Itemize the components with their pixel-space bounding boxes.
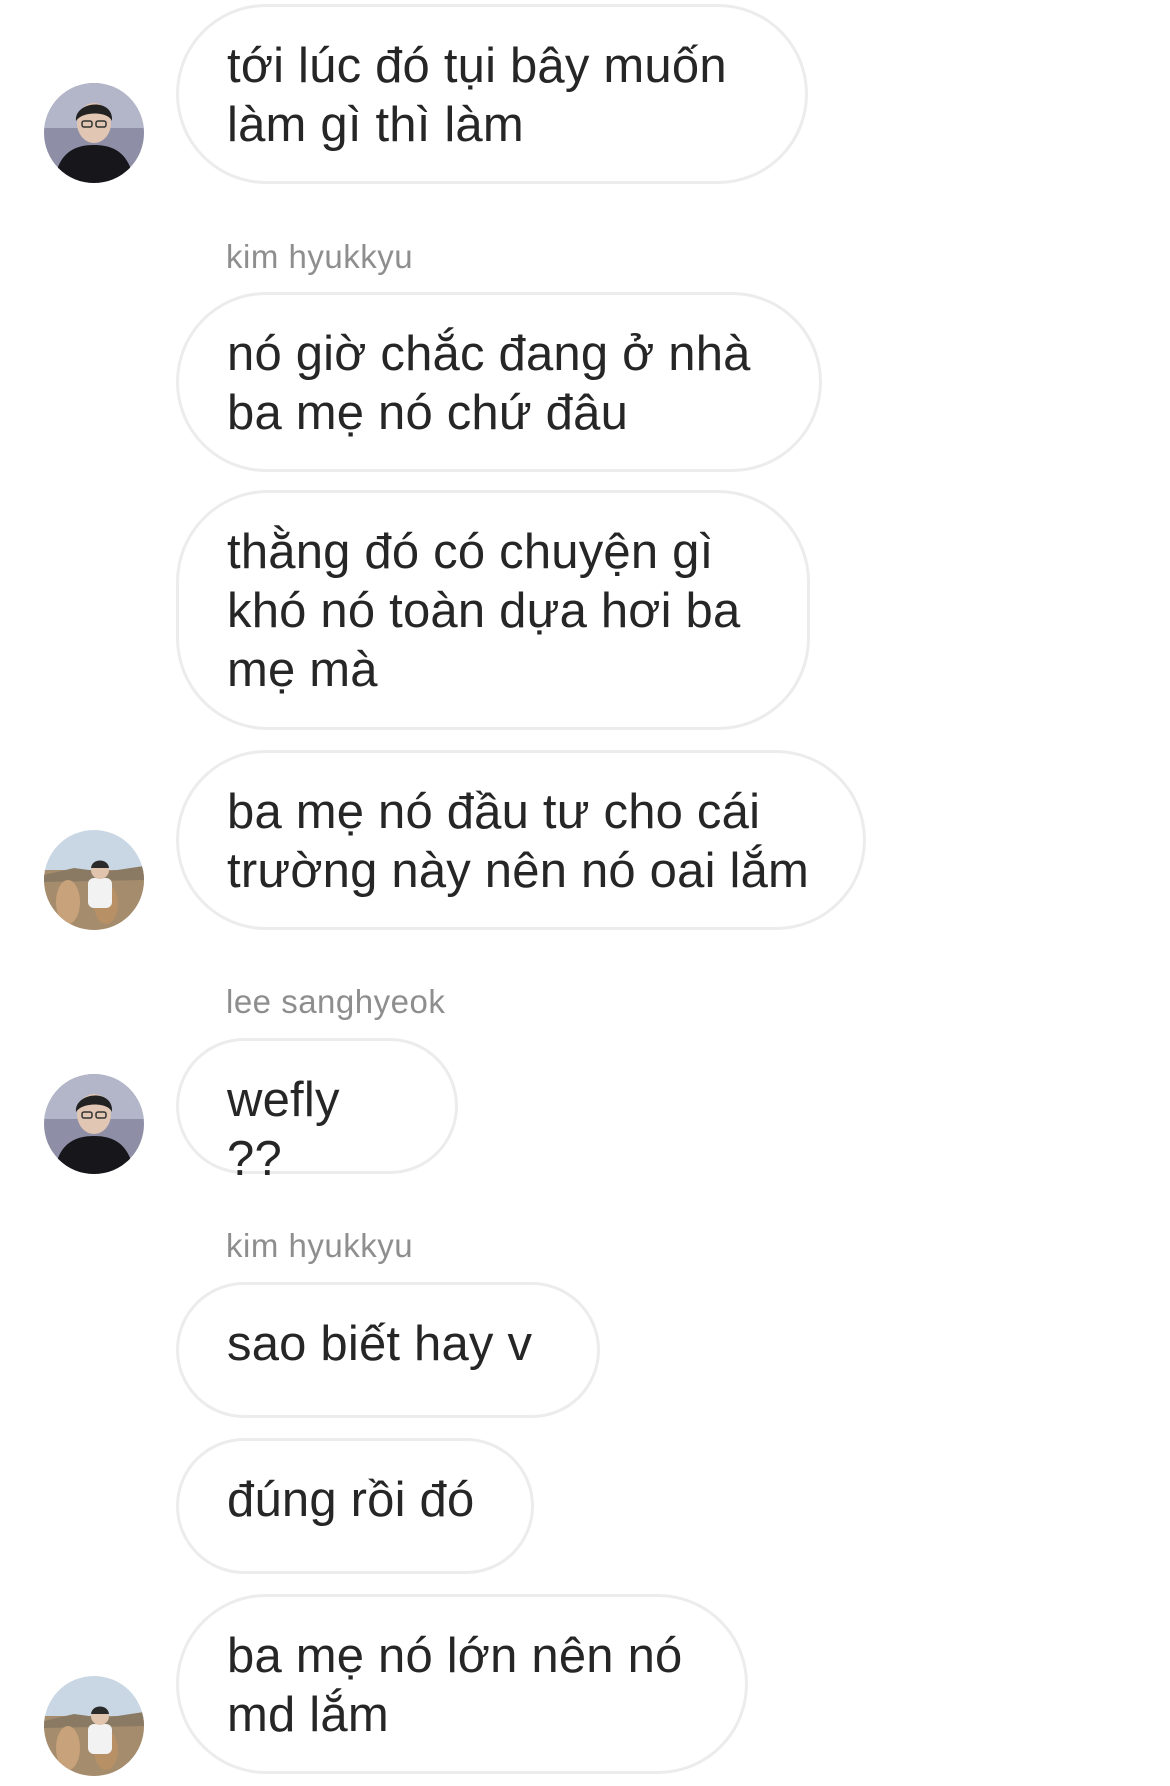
message-bubble[interactable]: sao biết hay v [176,1282,600,1418]
message-bubble[interactable]: tới lúc đó tụi bây muốn làm gì thì làm [176,4,808,184]
message-bubble[interactable]: wefly ?? [176,1038,458,1186]
user-avatar-dark-icon [44,1074,144,1174]
message-bubble[interactable]: ba mẹ nó đầu tư cho cái trường này nên n… [176,750,866,930]
avatar[interactable] [44,83,144,183]
sender-name: kim hyukkyu [226,1227,414,1264]
user-avatar-outdoor-icon [44,830,144,930]
user-avatar-dark-icon [44,83,144,183]
avatar[interactable] [44,830,144,930]
avatar[interactable] [44,1074,144,1174]
message-bubble[interactable]: nó giờ chắc đang ở nhà ba mẹ nó chứ đâu [176,292,822,472]
message-bubble[interactable]: đúng rồi đó [176,1438,534,1574]
message-bubble[interactable]: thằng đó có chuyện gì khó nó toàn dựa hơ… [176,490,810,730]
avatar[interactable] [44,1676,144,1776]
sender-name: lee sanghyeok [226,983,446,1020]
sender-name: kim hyukkyu [226,238,414,275]
user-avatar-outdoor-icon [44,1676,144,1776]
message-bubble[interactable]: ba mẹ nó lớn nên nó md lắm [176,1594,748,1774]
